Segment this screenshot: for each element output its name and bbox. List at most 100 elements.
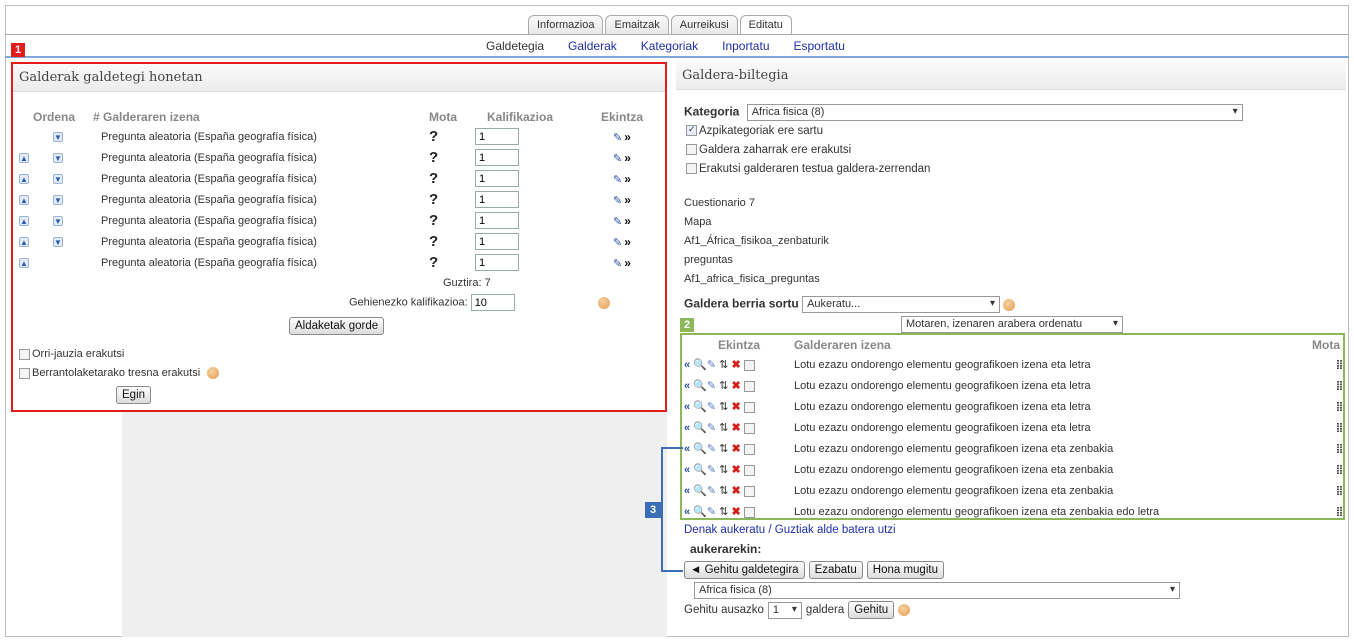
grade-input[interactable] bbox=[475, 149, 519, 166]
add-to-quiz-icon[interactable]: « bbox=[684, 464, 690, 476]
tab-informazioa[interactable]: Informazioa bbox=[528, 15, 604, 35]
delete-icon[interactable]: ✖ bbox=[731, 485, 740, 497]
option-subcategories[interactable]: Azpikategoriak ere sartu bbox=[686, 125, 823, 137]
edit-icon[interactable]: ✎ bbox=[613, 237, 622, 249]
select-checkbox[interactable] bbox=[743, 443, 755, 455]
add-to-quiz-icon[interactable]: « bbox=[684, 485, 690, 497]
add-random-button[interactable]: Gehitu bbox=[848, 601, 895, 619]
move-icon[interactable]: ⇅ bbox=[719, 464, 728, 476]
select-checkbox[interactable] bbox=[743, 485, 755, 497]
option-old-questions[interactable]: Galdera zaharrak ere erakutsi bbox=[686, 144, 851, 156]
edit-icon[interactable]: ✎ bbox=[707, 422, 716, 434]
option-show-text[interactable]: Erakutsi galderaren testua galdera-zerre… bbox=[686, 163, 930, 175]
move-down-icon[interactable]: ▼ bbox=[53, 152, 63, 163]
go-button[interactable]: Egin bbox=[116, 386, 152, 404]
preview-icon[interactable]: 🔍 bbox=[693, 380, 707, 392]
preview-icon[interactable]: 🔍 bbox=[693, 359, 707, 371]
subcategories-checkbox[interactable] bbox=[686, 125, 697, 137]
subtab-galderak[interactable]: Galderak bbox=[568, 39, 617, 53]
move-down-icon[interactable]: ▼ bbox=[53, 215, 63, 226]
preview-icon[interactable]: 🔍 bbox=[693, 443, 707, 455]
edit-icon[interactable]: ✎ bbox=[613, 174, 622, 186]
create-question-select[interactable]: Aukeratu... bbox=[802, 296, 1001, 313]
view-details-icon[interactable]: » bbox=[624, 235, 631, 249]
random-count-select[interactable]: 1 bbox=[767, 601, 802, 619]
grade-input[interactable] bbox=[475, 191, 519, 208]
select-all-link[interactable]: Denak aukeratu / Guztiak alde batera utz… bbox=[684, 524, 896, 536]
move-up-icon[interactable]: ▲ bbox=[19, 152, 29, 163]
add-to-quiz-icon[interactable]: « bbox=[684, 422, 690, 434]
sort-select[interactable]: Motaren, izenaren arabera ordenatu bbox=[901, 316, 1123, 333]
view-details-icon[interactable]: » bbox=[624, 130, 631, 144]
add-to-quiz-icon[interactable]: « bbox=[684, 359, 690, 371]
subtab-inportatu[interactable]: Inportatu bbox=[722, 39, 769, 53]
preview-icon[interactable]: 🔍 bbox=[693, 485, 707, 497]
delete-icon[interactable]: ✖ bbox=[731, 422, 740, 434]
move-up-icon[interactable]: ▲ bbox=[19, 173, 29, 184]
add-to-quiz-icon[interactable]: « bbox=[684, 401, 690, 413]
view-details-icon[interactable]: » bbox=[624, 256, 631, 270]
move-down-icon[interactable]: ▼ bbox=[53, 194, 63, 205]
move-icon[interactable]: ⇅ bbox=[719, 359, 728, 371]
help-icon[interactable] bbox=[598, 297, 610, 309]
move-down-icon[interactable]: ▼ bbox=[53, 131, 63, 142]
save-changes-button[interactable]: Aldaketak gorde bbox=[289, 317, 385, 335]
move-icon[interactable]: ⇅ bbox=[719, 506, 728, 518]
option-pagebreaks[interactable]: Orri-jauzia erakutsi bbox=[19, 348, 124, 360]
select-checkbox[interactable] bbox=[743, 422, 755, 434]
delete-button[interactable]: Ezabatu bbox=[808, 561, 863, 579]
view-details-icon[interactable]: » bbox=[624, 193, 631, 207]
move-up-icon[interactable]: ▲ bbox=[19, 236, 29, 247]
delete-icon[interactable]: ✖ bbox=[731, 443, 740, 455]
move-icon[interactable]: ⇅ bbox=[719, 422, 728, 434]
edit-icon[interactable]: ✎ bbox=[613, 132, 622, 144]
view-details-icon[interactable]: » bbox=[624, 214, 631, 228]
add-to-quiz-icon[interactable]: « bbox=[684, 506, 690, 518]
edit-icon[interactable]: ✎ bbox=[707, 506, 716, 518]
subtab-galdetegia[interactable]: Galdetegia bbox=[486, 39, 544, 53]
edit-icon[interactable]: ✎ bbox=[613, 258, 622, 270]
help-icon[interactable] bbox=[1003, 298, 1016, 311]
delete-icon[interactable]: ✖ bbox=[731, 359, 740, 371]
edit-icon[interactable]: ✎ bbox=[707, 443, 716, 455]
edit-icon[interactable]: ✎ bbox=[707, 464, 716, 476]
view-details-icon[interactable]: » bbox=[624, 172, 631, 186]
help-icon[interactable] bbox=[207, 367, 220, 380]
tab-aurreikusi[interactable]: Aurreikusi bbox=[670, 15, 738, 35]
edit-icon[interactable]: ✎ bbox=[707, 401, 716, 413]
edit-icon[interactable]: ✎ bbox=[707, 359, 716, 371]
select-checkbox[interactable] bbox=[743, 506, 755, 518]
grade-input[interactable] bbox=[475, 170, 519, 187]
move-up-icon[interactable]: ▲ bbox=[19, 194, 29, 205]
max-grade-input[interactable] bbox=[470, 294, 515, 311]
move-down-icon[interactable]: ▼ bbox=[53, 236, 63, 247]
grade-input[interactable] bbox=[475, 128, 519, 145]
subtab-esportatu[interactable]: Esportatu bbox=[794, 39, 845, 53]
grade-input[interactable] bbox=[475, 254, 519, 271]
add-to-quiz-icon[interactable]: « bbox=[684, 380, 690, 392]
edit-icon[interactable]: ✎ bbox=[707, 380, 716, 392]
move-up-icon[interactable]: ▲ bbox=[19, 215, 29, 226]
show-text-checkbox[interactable] bbox=[686, 163, 697, 175]
preview-icon[interactable]: 🔍 bbox=[693, 401, 707, 413]
option-reorder[interactable]: Berrantolaketarako tresna erakutsi bbox=[19, 367, 220, 380]
select-checkbox[interactable] bbox=[743, 464, 755, 476]
add-to-quiz-icon[interactable]: « bbox=[684, 443, 690, 455]
delete-icon[interactable]: ✖ bbox=[731, 464, 740, 476]
view-details-icon[interactable]: » bbox=[624, 151, 631, 165]
move-icon[interactable]: ⇅ bbox=[719, 380, 728, 392]
reorder-checkbox[interactable] bbox=[19, 367, 30, 379]
edit-icon[interactable]: ✎ bbox=[613, 153, 622, 165]
help-icon[interactable] bbox=[898, 604, 911, 616]
old-questions-checkbox[interactable] bbox=[686, 144, 697, 156]
preview-icon[interactable]: 🔍 bbox=[693, 464, 707, 476]
grade-input[interactable] bbox=[475, 233, 519, 250]
select-checkbox[interactable] bbox=[743, 359, 755, 371]
category-select[interactable]: Africa fisica (8) bbox=[746, 104, 1243, 121]
move-icon[interactable]: ⇅ bbox=[719, 443, 728, 455]
move-target-select[interactable]: Africa fisica (8) bbox=[694, 582, 1180, 599]
move-up-icon[interactable]: ▲ bbox=[19, 257, 29, 268]
edit-icon[interactable]: ✎ bbox=[613, 216, 622, 228]
delete-icon[interactable]: ✖ bbox=[731, 506, 740, 518]
move-here-button[interactable]: Hona mugitu bbox=[866, 561, 944, 579]
